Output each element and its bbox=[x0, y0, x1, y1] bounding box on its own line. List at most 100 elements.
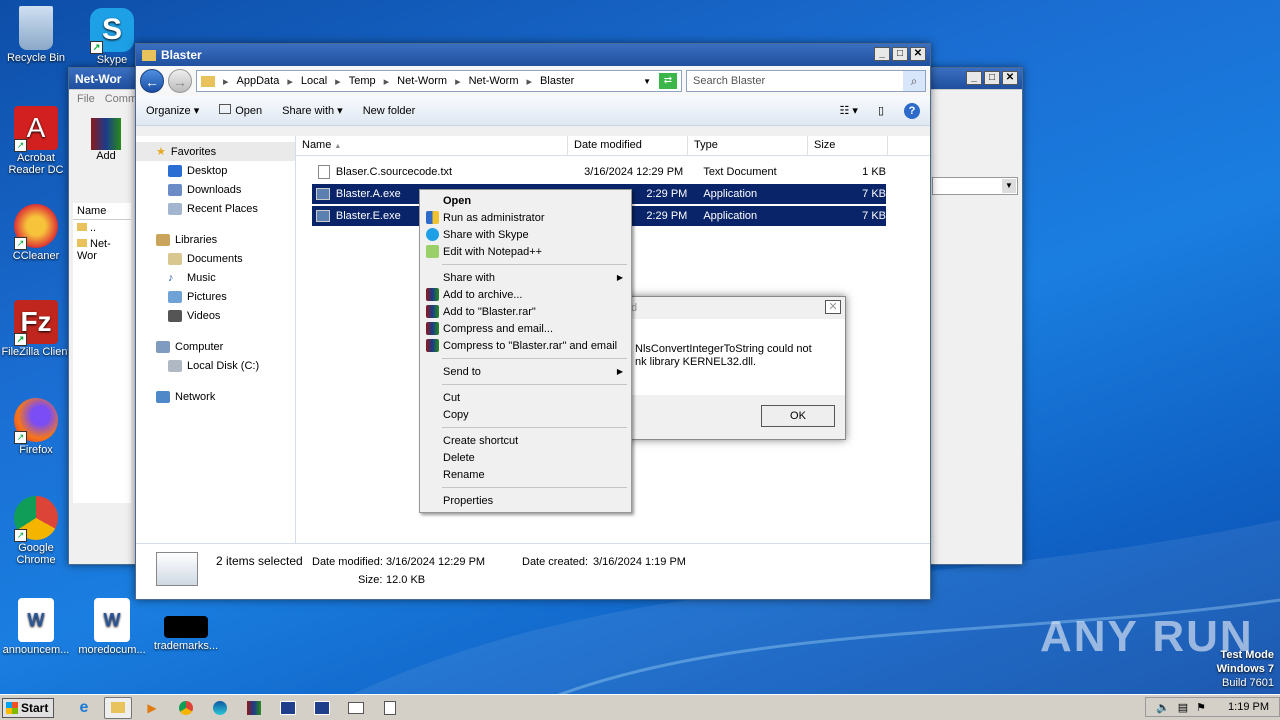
desktop-icon-announcement[interactable]: W announcem... bbox=[0, 598, 72, 656]
winrar-taskbar-icon[interactable] bbox=[240, 697, 268, 719]
search-input[interactable]: Search Blaster ⌕ bbox=[686, 70, 926, 92]
menu-item-rename[interactable]: Rename bbox=[422, 466, 629, 483]
nav-libraries[interactable]: Libraries bbox=[136, 230, 295, 249]
window-taskbar-icon[interactable] bbox=[342, 697, 370, 719]
ie-icon[interactable]: e bbox=[70, 697, 98, 719]
menu-item-copy[interactable]: Copy bbox=[422, 406, 629, 423]
desktop-icon-ccleaner[interactable]: ↗ CCleaner bbox=[0, 204, 72, 262]
list-item[interactable]: .. bbox=[73, 220, 131, 236]
app-taskbar-icon[interactable] bbox=[274, 697, 302, 719]
desktop-icon-chrome[interactable]: ↗ Google Chrome bbox=[0, 496, 72, 566]
explorer-titlebar[interactable]: Blaster _ □ ✕ bbox=[136, 44, 930, 66]
nav-recent-places[interactable]: Recent Places bbox=[136, 199, 295, 218]
volume-icon[interactable]: 🔈 bbox=[1156, 701, 1170, 714]
backwin-combo[interactable]: ▼ bbox=[932, 177, 1018, 195]
add-button[interactable]: Add bbox=[91, 118, 121, 162]
col-name[interactable]: Name ▲ bbox=[296, 136, 568, 155]
maximize-button[interactable]: □ bbox=[892, 47, 908, 61]
nav-local-disk[interactable]: Local Disk (C:) bbox=[136, 356, 295, 375]
address-bar[interactable]: ▸ AppData ▸ Local ▸ Temp ▸ Net-Worm ▸ Net-Wor… bbox=[196, 70, 682, 92]
backwin-col-name[interactable]: Name bbox=[73, 203, 131, 220]
dialog-titlebar[interactable]: d ✕ bbox=[601, 297, 845, 319]
notepad-taskbar-icon[interactable] bbox=[376, 697, 404, 719]
menu-item-add-archive[interactable]: Add to archive... bbox=[422, 286, 629, 303]
nav-music[interactable]: ♪ Music bbox=[136, 268, 295, 287]
menu-item-compress-email[interactable]: Compress and email... bbox=[422, 320, 629, 337]
menu-separator bbox=[442, 427, 627, 428]
organize-button[interactable]: Organize ▾ bbox=[146, 104, 199, 117]
list-item[interactable]: Net-Wor bbox=[73, 236, 131, 264]
maximize-button[interactable]: □ bbox=[984, 71, 1000, 85]
menu-item-notepadpp[interactable]: Edit with Notepad++ bbox=[422, 243, 629, 260]
dialog-close-button[interactable]: ✕ bbox=[825, 300, 841, 314]
close-button[interactable]: ✕ bbox=[1002, 71, 1018, 85]
app-taskbar-icon[interactable] bbox=[308, 697, 336, 719]
menu-comm[interactable]: Comm bbox=[105, 93, 137, 105]
breadcrumb-item[interactable]: Net-Worm bbox=[397, 75, 447, 87]
share-with-button[interactable]: Share with ▾ bbox=[282, 104, 343, 117]
back-button[interactable]: ← bbox=[140, 69, 164, 93]
help-icon[interactable]: ? bbox=[904, 102, 920, 119]
ok-button[interactable]: OK bbox=[761, 405, 835, 427]
menu-item-properties[interactable]: Properties bbox=[422, 492, 629, 509]
nav-network[interactable]: Network bbox=[136, 387, 295, 406]
preview-pane-icon[interactable]: ▯ bbox=[878, 104, 884, 117]
chrome-taskbar-icon[interactable] bbox=[172, 697, 200, 719]
nav-favorites[interactable]: ★ Favorites bbox=[136, 142, 295, 161]
desktop-icon-firefox[interactable]: ↗ Firefox bbox=[0, 398, 72, 456]
menu-item-cut[interactable]: Cut bbox=[422, 389, 629, 406]
desktop-icon-trademarks[interactable]: trademarks... bbox=[150, 598, 222, 652]
nav-pictures[interactable]: Pictures bbox=[136, 287, 295, 306]
desktop-icon-recycle-bin[interactable]: Recycle Bin bbox=[0, 6, 72, 64]
media-player-icon[interactable]: ▶ bbox=[138, 697, 166, 719]
recycle-bin-icon bbox=[19, 6, 53, 50]
menu-item-add-rar[interactable]: Add to "Blaster.rar" bbox=[422, 303, 629, 320]
minimize-button[interactable]: _ bbox=[966, 71, 982, 85]
breadcrumb-item[interactable]: Temp bbox=[349, 75, 376, 87]
desktop-icon-acrobat[interactable]: A ↗ Acrobat Reader DC bbox=[0, 106, 72, 176]
edge-icon[interactable] bbox=[206, 697, 234, 719]
close-button[interactable]: ✕ bbox=[910, 47, 926, 61]
nav-computer[interactable]: Computer bbox=[136, 337, 295, 356]
breadcrumb-item[interactable]: Net-Worm bbox=[469, 75, 519, 87]
flag-icon[interactable]: ⚑ bbox=[1196, 701, 1206, 714]
nav-desktop[interactable]: Desktop bbox=[136, 161, 295, 180]
col-type[interactable]: Type bbox=[688, 136, 808, 155]
menu-file[interactable]: File bbox=[77, 93, 95, 105]
nav-downloads[interactable]: Downloads bbox=[136, 180, 295, 199]
menu-item-compress-rar-email[interactable]: Compress to "Blaster.rar" and email bbox=[422, 337, 629, 354]
forward-button[interactable]: → bbox=[168, 69, 192, 93]
network-icon[interactable]: ▤ bbox=[1178, 701, 1188, 714]
desktop-icon-moredocuments[interactable]: W moredocum... bbox=[76, 598, 148, 656]
search-icon[interactable]: ⌕ bbox=[903, 71, 925, 91]
menu-item-send-to[interactable]: Send to ▶ bbox=[422, 363, 629, 380]
system-tray: 🔈 ▤ ⚑ 1:19 PM bbox=[1145, 697, 1280, 717]
open-button[interactable]: Open bbox=[219, 104, 262, 117]
nav-documents[interactable]: Documents bbox=[136, 249, 295, 268]
breadcrumb-item[interactable]: AppData bbox=[237, 75, 280, 87]
date-created-value: 3/16/2024 1:19 PM bbox=[593, 556, 686, 568]
new-folder-button[interactable]: New folder bbox=[363, 105, 416, 117]
open-icon bbox=[219, 104, 232, 114]
refresh-icon[interactable]: ⇄ bbox=[659, 73, 677, 89]
menu-item-share-skype[interactable]: Share with Skype bbox=[422, 226, 629, 243]
nav-videos[interactable]: Videos bbox=[136, 306, 295, 325]
menu-item-run-as-admin[interactable]: Run as administrator bbox=[422, 209, 629, 226]
start-button[interactable]: Start bbox=[2, 697, 54, 718]
clock[interactable]: 1:19 PM bbox=[1228, 701, 1269, 713]
error-dialog[interactable]: d ✕ NlsConvertIntegerToString could not … bbox=[600, 296, 846, 440]
col-size[interactable]: Size bbox=[808, 136, 888, 155]
breadcrumb-item[interactable]: Blaster bbox=[540, 75, 574, 87]
view-icon[interactable]: ☷ ▾ bbox=[839, 104, 857, 117]
menu-item-open[interactable]: Open bbox=[422, 192, 629, 209]
file-row[interactable]: Blaser.C.sourcecode.txt 3/16/2024 12:29 … bbox=[312, 162, 886, 182]
menu-item-delete[interactable]: Delete bbox=[422, 449, 629, 466]
breadcrumb-item[interactable]: Local bbox=[301, 75, 327, 87]
col-date[interactable]: Date modified bbox=[568, 136, 688, 155]
menu-item-share-with[interactable]: Share with ▶ bbox=[422, 269, 629, 286]
chevron-down-icon[interactable]: ▼ bbox=[643, 77, 651, 86]
minimize-button[interactable]: _ bbox=[874, 47, 890, 61]
menu-item-create-shortcut[interactable]: Create shortcut bbox=[422, 432, 629, 449]
explorer-taskbar-icon[interactable] bbox=[104, 696, 132, 719]
desktop-icon-filezilla[interactable]: Fz ↗ FileZilla Client bbox=[0, 300, 72, 358]
